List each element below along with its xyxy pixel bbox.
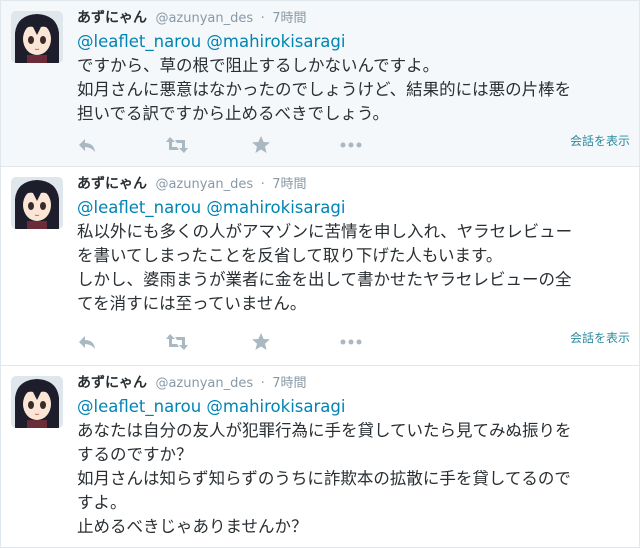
tweet[interactable]: あずにゃん @azunyan_des · 7時間 @leaflet_narou … <box>1 366 639 547</box>
text-line: てを消すには至っていません。 <box>77 294 307 313</box>
separator: · <box>260 177 265 192</box>
timestamp[interactable]: 7時間 <box>272 11 306 26</box>
text-line: あなたは自分の友人が犯罪行為に手を貸していたら見てみぬ振りを <box>77 421 572 440</box>
author-handle[interactable]: @azunyan_des <box>155 376 253 391</box>
author-handle[interactable]: @azunyan_des <box>155 177 253 192</box>
text-line: 如月さんは知らず知らずのうちに詐欺本の拡散に手を貸してるので <box>77 469 571 488</box>
mention-link[interactable]: @mahirokisaragi <box>206 198 345 217</box>
star-icon[interactable] <box>251 135 273 157</box>
tweet-text: @leaflet_narou @mahirokisaragi あなたは自分の友人… <box>77 395 633 539</box>
separator: · <box>260 11 265 26</box>
tweet-header: あずにゃん @azunyan_des · 7時間 <box>77 9 306 28</box>
star-icon[interactable] <box>251 332 273 354</box>
timestamp[interactable]: 7時間 <box>272 177 306 192</box>
text-line: 如月さんに悪意はなかったのでしょうけど、結果的には悪の片棒を <box>77 80 572 99</box>
avatar[interactable] <box>11 376 63 428</box>
separator: · <box>260 376 265 391</box>
retweet-icon[interactable] <box>165 135 188 157</box>
text-line: 止めるべきじゃありませんか？ <box>77 517 308 536</box>
tweet-actions <box>77 332 617 354</box>
text-line: すよ。 <box>77 493 127 512</box>
mention-link[interactable]: @mahirokisaragi <box>206 32 345 51</box>
tweet-actions <box>77 135 617 157</box>
tweet-header: あずにゃん @azunyan_des · 7時間 <box>77 175 306 194</box>
mentions-line: @leaflet_narou @mahirokisaragi <box>77 30 633 54</box>
author-name[interactable]: あずにゃん <box>77 10 147 26</box>
tweet-timeline: あずにゃん @azunyan_des · 7時間 @leaflet_narou … <box>0 0 640 548</box>
mention-link[interactable]: @leaflet_narou <box>77 397 201 416</box>
reply-icon[interactable] <box>77 332 99 354</box>
timestamp[interactable]: 7時間 <box>272 376 306 391</box>
mention-link[interactable]: @leaflet_narou <box>77 198 201 217</box>
text-line: を書いてしまったことを反省して取り下げた人もいます。 <box>77 246 503 265</box>
author-name[interactable]: あずにゃん <box>77 176 147 192</box>
tweet-text: @leaflet_narou @mahirokisaragi 私以外にも多くの人… <box>77 196 633 316</box>
view-conversation-link[interactable]: 会話を表示 <box>570 329 630 346</box>
tweet[interactable]: あずにゃん @azunyan_des · 7時間 @leaflet_narou … <box>1 1 639 167</box>
text-line: ですから、草の根で阻止するしかないんですよ。 <box>77 56 440 75</box>
text-line: しかし、婆雨まうが業者に金を出して書かせたヤラセレビューの全 <box>77 270 572 289</box>
reply-icon[interactable] <box>77 135 99 157</box>
author-handle[interactable]: @azunyan_des <box>155 11 253 26</box>
tweet-header: あずにゃん @azunyan_des · 7時間 <box>77 374 306 393</box>
mentions-line: @leaflet_narou @mahirokisaragi <box>77 196 633 220</box>
mention-link[interactable]: @leaflet_narou <box>77 32 201 51</box>
tweet[interactable]: あずにゃん @azunyan_des · 7時間 @leaflet_narou … <box>1 167 639 366</box>
more-icon[interactable] <box>339 135 362 157</box>
mention-link[interactable]: @mahirokisaragi <box>206 397 345 416</box>
avatar[interactable] <box>11 11 63 63</box>
text-line: 担いでる訳ですから止めるべきでしょう。 <box>77 104 390 123</box>
mentions-line: @leaflet_narou @mahirokisaragi <box>77 395 633 419</box>
retweet-icon[interactable] <box>165 332 188 354</box>
more-icon[interactable] <box>339 332 362 354</box>
text-line: するのですか？ <box>77 445 193 464</box>
author-name[interactable]: あずにゃん <box>77 375 147 391</box>
text-line: 私以外にも多くの人がアマゾンに苦情を申し入れ、ヤラセレビュー <box>77 222 573 241</box>
tweet-text: @leaflet_narou @mahirokisaragi ですから、草の根で… <box>77 30 633 126</box>
avatar[interactable] <box>11 177 63 229</box>
view-conversation-link[interactable]: 会話を表示 <box>570 132 630 149</box>
